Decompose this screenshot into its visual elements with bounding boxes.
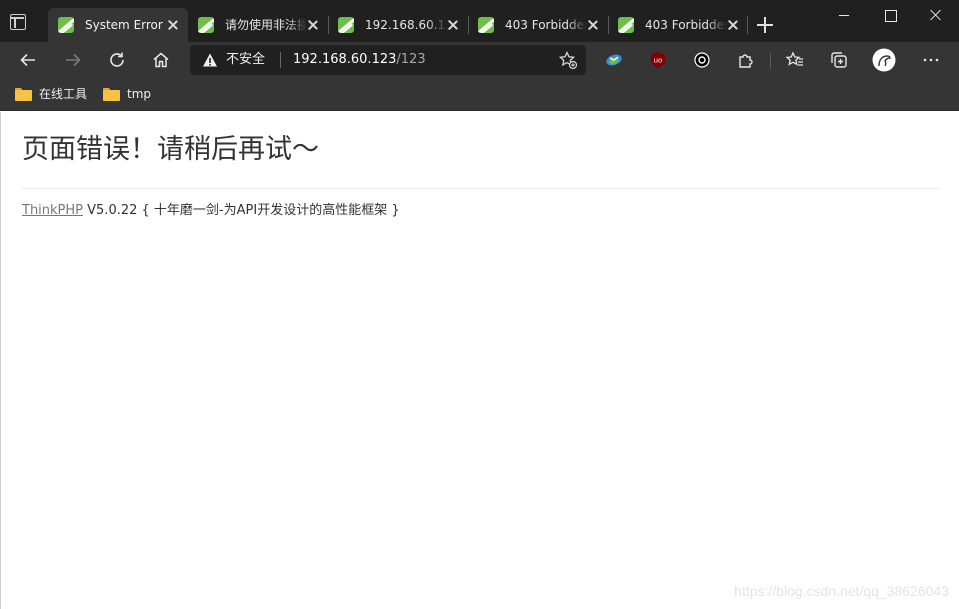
framework-slogan: { 十年磨一剑-为API开发设计的高性能框架 } [141, 203, 400, 218]
bookmark-folder-tmp[interactable]: tmp [103, 85, 151, 103]
bookmarks-bar: 在线工具 tmp [0, 78, 959, 111]
watermark: https://blog.csdn.net/qq_38626043 [734, 583, 949, 599]
more-options-icon[interactable] [919, 48, 943, 72]
new-tab-icon[interactable] [756, 16, 774, 34]
collections-icon[interactable] [827, 48, 851, 72]
thinkphp-favicon-icon [618, 17, 634, 33]
window-close-icon[interactable] [913, 0, 959, 30]
tab-title: 403 Forbidden [645, 18, 727, 32]
url-text[interactable]: 192.168.60.123/123 [293, 52, 426, 68]
tab-title: 192.168.60.123 [365, 18, 447, 32]
tab-title: 请勿使用非法操作 [225, 18, 307, 32]
url-host: 192.168.60.123 [293, 52, 397, 67]
framework-version: V5.0.22 [83, 203, 142, 218]
tab-system-error[interactable]: System Error [48, 8, 188, 42]
tab-close-icon[interactable] [586, 18, 600, 32]
extension-ring-icon[interactable] [690, 48, 714, 72]
tab-actions-icon[interactable] [10, 14, 26, 30]
extensions-puzzle-icon[interactable] [734, 48, 758, 72]
url-path: /123 [396, 52, 426, 67]
tab-5[interactable]: 403 Forbidden [608, 8, 748, 42]
address-bar[interactable]: 不安全 192.168.60.123/123 [190, 45, 586, 75]
bookmark-folder-online-tools[interactable]: 在线工具 [15, 85, 87, 103]
thinkphp-favicon-icon [338, 17, 354, 33]
warning-icon[interactable] [202, 52, 218, 68]
tab-title: System Error [85, 18, 163, 32]
folder-icon [103, 87, 120, 101]
add-favorite-icon[interactable] [558, 50, 578, 70]
toolbar-separator [770, 53, 771, 69]
tab-close-icon[interactable] [306, 18, 320, 32]
extension-download-manager-icon[interactable] [602, 48, 626, 72]
home-icon[interactable] [149, 48, 173, 72]
forward-arrow-icon [61, 48, 85, 72]
thinkphp-favicon-icon [478, 17, 494, 33]
back-arrow-icon[interactable] [16, 48, 40, 72]
tab-4[interactable]: 403 Forbidden [468, 8, 608, 42]
refresh-icon[interactable] [105, 48, 129, 72]
framework-copyright: ThinkPHP V5.0.22 { 十年磨一剑-为API开发设计的高性能框架 … [22, 202, 400, 220]
thinkphp-favicon-icon [58, 17, 74, 33]
profile-avatar-icon[interactable] [872, 48, 896, 72]
error-title: 页面错误！请稍后再试～ [22, 134, 319, 165]
tab-strip: System Error 请勿使用非法操作 192.168.60.123 403… [0, 0, 959, 42]
address-divider [280, 52, 281, 68]
minimize-icon[interactable] [821, 0, 867, 30]
favorites-icon[interactable] [783, 48, 807, 72]
divider [22, 188, 940, 189]
tab-close-icon[interactable] [726, 18, 740, 32]
ublock-origin-icon[interactable]: uo [646, 48, 670, 72]
tab-close-icon[interactable] [446, 18, 460, 32]
maximize-icon[interactable] [867, 0, 913, 30]
thinkphp-link[interactable]: ThinkPHP [22, 203, 83, 218]
tab-close-icon[interactable] [166, 18, 180, 32]
tab-title: 403 Forbidden [505, 18, 587, 32]
tab-2[interactable]: 请勿使用非法操作 [188, 8, 328, 42]
bookmark-label: tmp [127, 87, 152, 101]
page-content: 页面错误！请稍后再试～ ThinkPHP V5.0.22 { 十年磨一剑-为AP… [0, 112, 959, 609]
security-label[interactable]: 不安全 [226, 52, 265, 68]
tab-separator [747, 16, 748, 34]
folder-icon [15, 87, 32, 101]
tab-3[interactable]: 192.168.60.123 [328, 8, 468, 42]
thinkphp-favicon-icon [198, 17, 214, 33]
svg-text:uo: uo [654, 57, 663, 65]
bookmark-label: 在线工具 [39, 87, 88, 101]
browser-toolbar: 不安全 192.168.60.123/123 uo [0, 42, 959, 78]
